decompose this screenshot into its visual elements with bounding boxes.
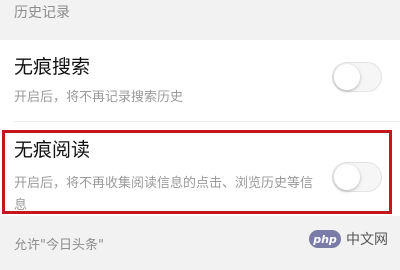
incognito-reading-title: 无痕阅读 [14,139,91,161]
incognito-reading-toggle[interactable] [332,162,382,192]
history-section-title: 历史记录 [14,5,70,21]
watermark-text: 中文网 [346,232,388,248]
incognito-search-title: 无痕搜索 [14,56,91,78]
toggle-knob [334,64,360,90]
incognito-search-toggle[interactable] [332,62,382,92]
site-watermark: php 中文网 [309,228,388,250]
incognito-reading-description: 开启后，将不再收集阅读信息的点击、浏览历史等信息 [14,176,314,213]
incognito-search-description: 开启后，将不再记录搜索历史 [14,90,184,105]
incognito-reading-row: 无痕阅读 开启后，将不再收集阅读信息的点击、浏览历史等信息 [0,122,400,216]
toggle-knob [334,164,360,190]
history-section-header: 历史记录 [0,0,400,40]
permission-section-title: 允许"今日头条" [14,238,104,253]
incognito-search-row: 无痕搜索 开启后，将不再记录搜索历史 [0,40,400,122]
php-logo: php [309,230,341,248]
